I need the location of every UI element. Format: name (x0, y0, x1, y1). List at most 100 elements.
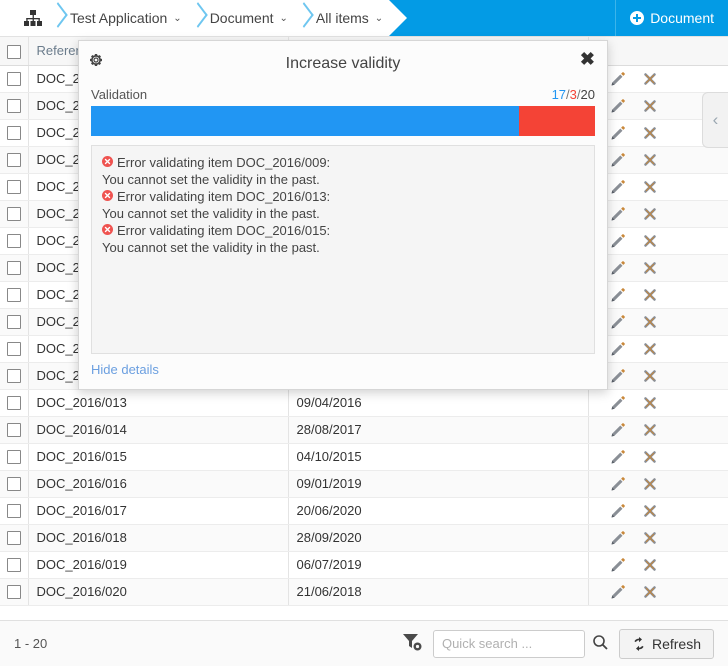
breadcrumb-item-document[interactable]: Document ⌄ (204, 0, 294, 36)
delete-row-button[interactable] (643, 153, 657, 167)
delete-row-button[interactable] (643, 180, 657, 194)
edit-row-button[interactable] (611, 503, 625, 518)
row-checkbox[interactable] (6, 99, 21, 114)
pencil-icon (611, 422, 625, 436)
side-panel-toggle[interactable]: ‹ (702, 92, 728, 148)
edit-row-button[interactable] (611, 314, 625, 329)
delete-row-button[interactable] (643, 126, 657, 140)
row-checkbox[interactable] (6, 72, 21, 87)
error-message: You cannot set the validity in the past. (102, 206, 320, 221)
delete-row-button[interactable] (643, 531, 657, 545)
delete-row-button[interactable] (643, 504, 657, 518)
delete-row-button[interactable] (643, 99, 657, 113)
delete-row-button[interactable] (643, 342, 657, 356)
edit-row-button[interactable] (611, 368, 625, 383)
edit-row-button[interactable] (611, 98, 625, 113)
delete-row-button[interactable] (643, 369, 657, 383)
delete-row-button[interactable] (643, 234, 657, 248)
error-details-panel[interactable]: Error validating item DOC_2016/009: You c… (91, 145, 595, 354)
table-row[interactable]: DOC_2016/013 09/04/2016 (0, 389, 728, 417)
edit-row-button[interactable] (611, 341, 625, 356)
row-checkbox[interactable] (6, 315, 21, 330)
row-checkbox[interactable] (6, 234, 21, 249)
filter-gear-icon-svg (402, 634, 422, 651)
row-checkbox[interactable] (6, 450, 21, 465)
edit-row-button[interactable] (611, 422, 625, 437)
row-checkbox[interactable] (6, 288, 21, 303)
pencil-icon (611, 206, 625, 220)
edit-row-button[interactable] (611, 206, 625, 221)
delete-row-button[interactable] (643, 207, 657, 221)
table-row[interactable]: DOC_2016/015 04/10/2015 (0, 443, 728, 471)
delete-row-button[interactable] (643, 72, 657, 86)
edit-row-button[interactable] (611, 71, 625, 86)
table-row[interactable]: DOC_2016/017 20/06/2020 (0, 497, 728, 525)
edit-row-button[interactable] (611, 152, 625, 167)
edit-row-button[interactable] (611, 449, 625, 464)
cell-date: 06/07/2019 (288, 551, 589, 579)
table-row[interactable]: DOC_2016/014 28/08/2017 (0, 416, 728, 444)
close-icon[interactable]: ✖ (580, 50, 595, 68)
toggle-details-link[interactable]: Hide details (91, 362, 595, 377)
delete-row-button[interactable] (643, 261, 657, 275)
refresh-icon (634, 636, 644, 651)
row-checkbox[interactable] (6, 423, 21, 438)
row-checkbox[interactable] (6, 585, 21, 600)
edit-row-button[interactable] (611, 260, 625, 275)
cross-icon (643, 477, 656, 490)
delete-row-button[interactable] (643, 396, 657, 410)
chevron-down-icon: ⌄ (374, 12, 384, 24)
pencil-icon (611, 179, 625, 193)
edit-row-button[interactable] (611, 557, 625, 572)
table-row[interactable]: DOC_2016/016 09/01/2019 (0, 470, 728, 498)
table-row[interactable]: DOC_2016/020 21/06/2018 (0, 578, 728, 606)
breadcrumb-item-all-items[interactable]: All items ⌄ (310, 0, 389, 36)
edit-row-button[interactable] (611, 395, 625, 410)
edit-row-button[interactable] (611, 530, 625, 545)
edit-row-button[interactable] (611, 125, 625, 140)
sitemap-home-crumb[interactable] (18, 0, 48, 36)
row-select-cell (0, 119, 29, 147)
row-checkbox[interactable] (6, 207, 21, 222)
add-document-button[interactable]: Document (630, 10, 714, 26)
edit-row-button[interactable] (611, 287, 625, 302)
row-checkbox[interactable] (6, 126, 21, 141)
breadcrumb-item-test-application[interactable]: Test Application ⌄ (64, 0, 188, 36)
edit-row-button[interactable] (611, 584, 625, 599)
row-checkbox[interactable] (6, 396, 21, 411)
row-action-group (597, 260, 721, 275)
breadcrumb-label: Test Application (70, 10, 168, 26)
select-all-checkbox[interactable] (6, 44, 21, 59)
table-row[interactable]: DOC_2016/018 28/09/2020 (0, 524, 728, 552)
search-input[interactable] (432, 629, 585, 658)
delete-row-button[interactable] (643, 423, 657, 437)
row-checkbox[interactable] (6, 180, 21, 195)
delete-row-button[interactable] (643, 288, 657, 302)
row-checkbox[interactable] (6, 369, 21, 384)
edit-row-button[interactable] (611, 476, 625, 491)
delete-row-button[interactable] (643, 450, 657, 464)
table-row[interactable]: DOC_2016/019 06/07/2019 (0, 551, 728, 579)
delete-row-button[interactable] (643, 477, 657, 491)
cross-icon (643, 207, 656, 220)
row-checkbox[interactable] (6, 477, 21, 492)
row-checkbox[interactable] (6, 504, 21, 519)
row-action-group (597, 287, 721, 302)
search-icon[interactable] (592, 634, 609, 654)
row-checkbox[interactable] (6, 153, 21, 168)
edit-row-button[interactable] (611, 233, 625, 248)
row-checkbox[interactable] (6, 261, 21, 276)
row-checkbox[interactable] (6, 531, 21, 546)
delete-row-button[interactable] (643, 585, 657, 599)
delete-row-button[interactable] (643, 315, 657, 329)
pencil-icon (611, 584, 625, 598)
row-checkbox[interactable] (6, 558, 21, 573)
row-checkbox[interactable] (6, 342, 21, 357)
refresh-button[interactable]: Refresh (618, 628, 714, 659)
edit-row-button[interactable] (611, 179, 625, 194)
delete-row-button[interactable] (643, 558, 657, 572)
footer-toolbar: 1 - 20 Quick search ... Refresh (0, 620, 728, 666)
progress-counts: 17/3/20 (552, 87, 595, 102)
filter-gear-icon[interactable] (401, 631, 423, 656)
gear-icon[interactable] (89, 53, 103, 70)
